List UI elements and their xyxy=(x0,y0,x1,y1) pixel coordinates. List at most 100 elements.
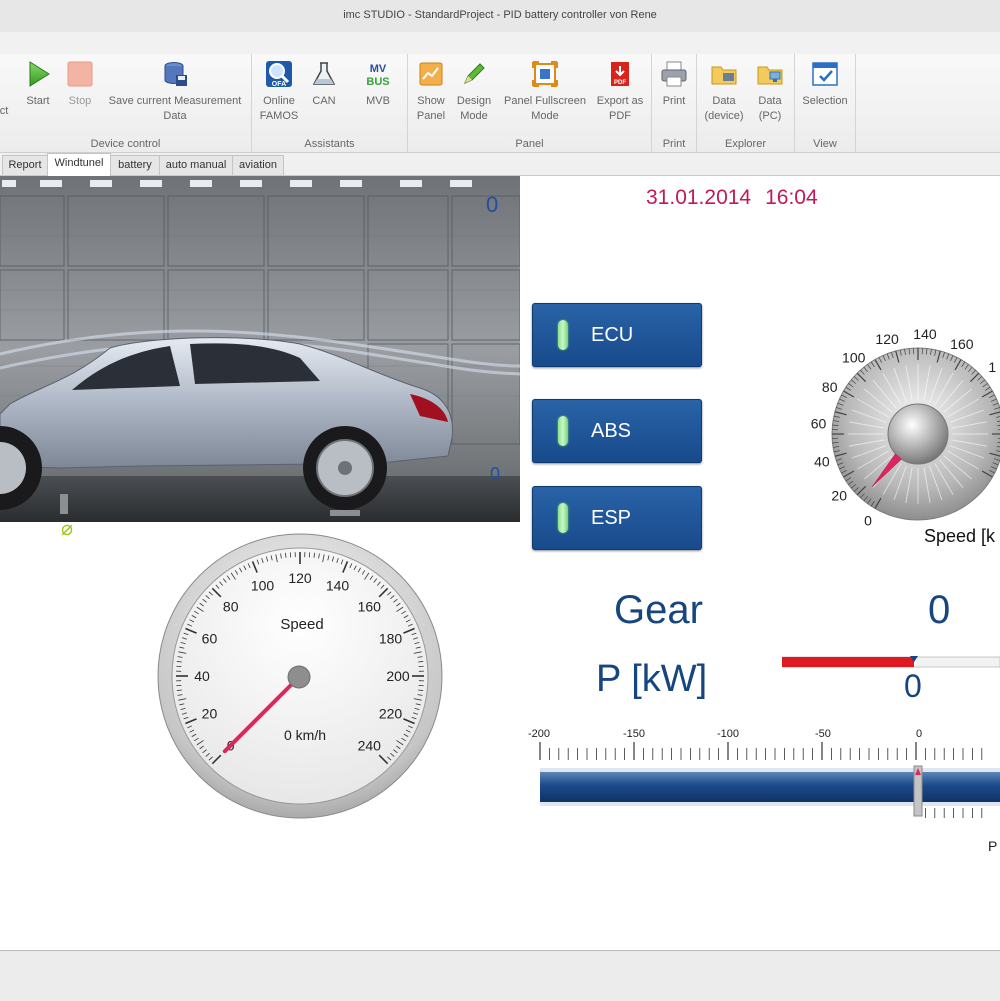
stop-button[interactable]: Stop xyxy=(60,60,100,109)
mvb-icon-text2: BUS xyxy=(366,76,389,88)
pdf-export-icon: PDF xyxy=(606,60,634,88)
ribbon-group-assistants: OFA Online FAMOS CAN MV BUS MVB Assistan… xyxy=(252,54,408,152)
famos-ofa-icon: OFA xyxy=(265,60,293,88)
group-label-device-control: Device control xyxy=(0,138,251,150)
data-pc-line2: (PC) xyxy=(759,110,782,122)
knob-tick-label: 1 xyxy=(988,359,996,375)
cut-button-label[interactable]: ct xyxy=(0,104,12,119)
fullscreen-icon xyxy=(531,60,559,88)
can-button[interactable]: CAN xyxy=(304,60,344,109)
mvb-button[interactable]: MV BUS MVB xyxy=(356,60,400,109)
power-indicator-bar xyxy=(782,654,1000,670)
mvb-label: MVB xyxy=(366,95,390,107)
tab-windtunel[interactable]: Windtunel xyxy=(47,153,111,176)
export-pdf-line1: Export as xyxy=(597,95,643,107)
speedo-tick-label: 20 xyxy=(202,706,218,722)
speedo-tick-label: 40 xyxy=(194,668,210,684)
ecu-label: ECU xyxy=(591,324,633,347)
power-scale-tick-label: -150 xyxy=(623,728,645,740)
tab-report[interactable]: Report xyxy=(2,155,48,175)
fullscreen-line1: Panel Fullscreen xyxy=(504,95,586,107)
mvb-bus-icon: MV BUS xyxy=(364,60,392,88)
windtunnel-photo: 0 0 xyxy=(0,176,520,522)
ribbon-group-panel: Show Panel Design Mode Panel Fullscreen … xyxy=(408,54,652,152)
stop-icon xyxy=(66,60,94,88)
esp-button[interactable]: ESP xyxy=(532,486,702,550)
selection-window-icon xyxy=(811,60,839,88)
show-panel-button[interactable]: Show Panel xyxy=(410,60,452,124)
speedo-title: Speed xyxy=(280,616,323,633)
panel-fullscreen-button[interactable]: Panel Fullscreen Mode xyxy=(500,60,590,124)
selection-button[interactable]: Selection xyxy=(797,60,853,109)
speedo-tick-label: 220 xyxy=(379,706,403,722)
esp-label: ESP xyxy=(591,507,631,530)
printer-icon xyxy=(660,60,688,88)
knob-tick-label: 20 xyxy=(831,488,847,504)
fullscreen-line2: Mode xyxy=(531,110,559,122)
image-corner-top-value: 0 xyxy=(486,192,498,217)
online-famos-line2: FAMOS xyxy=(260,110,299,122)
folder-pc-icon xyxy=(756,60,784,88)
play-icon xyxy=(24,60,52,88)
status-bar xyxy=(0,950,1000,1001)
tab-battery[interactable]: battery xyxy=(110,155,160,175)
knob-tick-label: 80 xyxy=(822,379,838,395)
show-panel-icon xyxy=(417,60,445,88)
speedometer-gauge[interactable]: 020406080100120140160180200220240 Speed … xyxy=(155,531,445,821)
knob-tick-label: 60 xyxy=(811,416,827,432)
power-value: 0 xyxy=(904,668,922,705)
panel-canvas: 0 0 ⌀ 31.01.201416:04 ECU ABS ESP 0 20 40 6… xyxy=(0,176,1000,950)
knob-tick-label: 160 xyxy=(950,336,974,352)
power-bar-gauge xyxy=(530,742,1000,822)
speedo-tick-label: 140 xyxy=(326,577,350,593)
selection-label: Selection xyxy=(802,95,847,107)
esp-led-indicator xyxy=(558,503,568,533)
data-device-button[interactable]: Data (device) xyxy=(701,60,747,124)
knob-tick-label: 140 xyxy=(913,326,937,342)
tab-aviation[interactable]: aviation xyxy=(232,155,284,175)
power-scale-tick-label: -100 xyxy=(717,728,739,740)
speed-knob-gauge[interactable]: 0204060801001201401601 Speed [k xyxy=(780,306,1000,556)
tab-auto-manual[interactable]: auto manual xyxy=(159,155,233,175)
ribbon-group-view: Selection View xyxy=(795,54,856,152)
export-pdf-line2: PDF xyxy=(609,110,631,122)
power-label: P [kW] xyxy=(596,658,707,701)
group-label-view: View xyxy=(795,138,855,150)
speedo-tick-label: 120 xyxy=(288,570,312,586)
windtunnel-car-image: 0 0 xyxy=(0,176,520,522)
panel-tab-bar: Report Windtunel battery auto manual avi… xyxy=(0,153,1000,176)
title-bar: imc STUDIO - StandardProject - PID batte… xyxy=(0,0,1000,33)
knob-tick-label: 0 xyxy=(864,513,872,529)
save-measurement-button[interactable]: Save current Measurement Data xyxy=(104,60,246,124)
online-famos-button[interactable]: OFA Online FAMOS xyxy=(257,60,301,124)
ribbon-group-explorer: Data (device) Data (PC) Explorer xyxy=(697,54,795,152)
power-axis-label: P xyxy=(988,838,997,854)
start-button[interactable]: Start xyxy=(18,60,58,109)
datetime-display: 31.01.201416:04 xyxy=(646,186,818,210)
can-label: CAN xyxy=(312,95,335,107)
time-value: 16:04 xyxy=(765,186,818,209)
ribbon-group-device-control: ct Start Stop Save current Measurement D… xyxy=(0,54,252,152)
print-button[interactable]: Print xyxy=(654,60,694,109)
design-mode-button[interactable]: Design Mode xyxy=(453,60,495,124)
group-label-panel: Panel xyxy=(408,138,651,150)
save-label-line1: Save current Measurement xyxy=(109,95,242,107)
ok-indicator-symbol: ⌀ xyxy=(61,516,73,541)
data-pc-line1: Data xyxy=(758,95,781,107)
window-title: imc STUDIO - StandardProject - PID batte… xyxy=(0,9,1000,21)
data-pc-button[interactable]: Data (PC) xyxy=(748,60,792,124)
group-label-assistants: Assistants xyxy=(252,138,407,150)
abs-led-indicator xyxy=(558,416,568,446)
stop-label: Stop xyxy=(69,95,92,107)
knob-tick-label: 100 xyxy=(842,349,866,365)
export-pdf-button[interactable]: PDF Export as PDF xyxy=(594,60,646,124)
speedo-tick-label: 180 xyxy=(379,630,403,646)
power-bar-fill xyxy=(540,772,1000,802)
design-mode-line1: Design xyxy=(457,95,491,107)
abs-button[interactable]: ABS xyxy=(532,399,702,463)
ecu-button[interactable]: ECU xyxy=(532,303,702,367)
speedo-tick-label: 200 xyxy=(386,668,410,684)
speedo-tick-label: 80 xyxy=(223,599,239,615)
show-panel-line1: Show xyxy=(417,95,445,107)
pdf-icon-text: PDF xyxy=(614,80,626,86)
